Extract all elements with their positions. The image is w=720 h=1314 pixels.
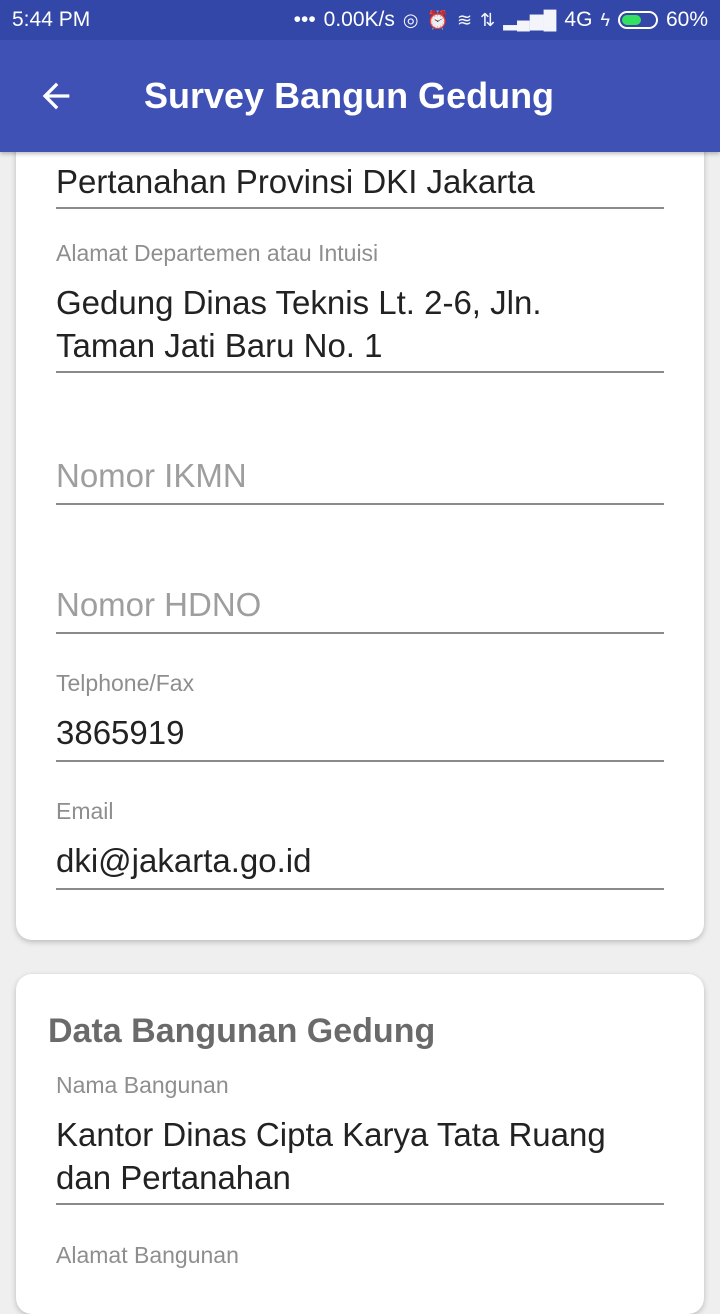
wifi-icon: ≋	[457, 9, 473, 30]
battery-percent: 60%	[665, 8, 708, 31]
charging-icon: ϟ	[600, 9, 610, 30]
field-alamat-bangunan[interactable]: Alamat Bangunan	[56, 1242, 664, 1269]
field-placeholder: Nomor IKMN	[56, 457, 247, 494]
field-label: Telphone/Fax	[56, 670, 195, 696]
card-instansi: Pertanahan Provinsi DKI Jakarta Alamat D…	[16, 100, 704, 940]
field-telephone-fax[interactable]: Telphone/Fax 3865919	[56, 670, 664, 762]
field-underline	[56, 760, 664, 762]
field-label: Nama Bangunan	[56, 1072, 229, 1098]
field-value: Gedung Dinas Teknis Lt. 2-6, Jln. Taman …	[56, 281, 664, 367]
arrow-left-icon	[42, 82, 70, 110]
field-nama-bangunan[interactable]: Nama Bangunan Kantor Dinas Cipta Karya T…	[56, 1072, 664, 1205]
battery-fill	[621, 15, 642, 25]
field-label: Email	[56, 798, 114, 824]
field-value: 3865919	[56, 714, 185, 751]
field-label: Alamat Bangunan	[56, 1242, 239, 1268]
alarm-off-icon: ⏰	[426, 9, 450, 30]
status-icons: ••• 0.00K/s ◎ ⏰ ≋ ⇅ ▂▄▆█ 4G ϟ 60%	[294, 8, 708, 32]
field-underline	[56, 503, 664, 505]
field-underline	[56, 632, 664, 634]
field-value-line: Taman Jati Baru No. 1	[56, 327, 383, 364]
signal-icon: ▂▄▆█	[503, 9, 557, 30]
field-nama-departemen[interactable]: Pertanahan Provinsi DKI Jakarta	[56, 160, 664, 209]
back-button[interactable]	[0, 40, 112, 152]
network-speed: 0.00K/s	[323, 8, 395, 31]
field-underline	[56, 371, 664, 373]
field-label: Alamat Departemen atau Intuisi	[56, 240, 379, 266]
hotspot-icon: ◎	[402, 9, 419, 30]
field-value-line: Kantor Dinas Cipta Karya Tata Ruang	[56, 1116, 606, 1153]
field-value: Pertanahan Provinsi DKI Jakarta	[56, 163, 535, 200]
field-nomor-ikmn[interactable]: Nomor IKMN	[56, 454, 664, 505]
field-underline	[56, 888, 664, 890]
field-placeholder: Nomor HDNO	[56, 586, 262, 623]
field-value-line: dan Pertanahan	[56, 1159, 291, 1196]
app-bar: Survey Bangun Gedung	[0, 40, 720, 152]
field-underline	[56, 1203, 664, 1205]
status-bar: 5:44 PM ••• 0.00K/s ◎ ⏰ ≋ ⇅ ▂▄▆█ 4G ϟ 60…	[0, 0, 720, 40]
field-value-line: Gedung Dinas Teknis Lt. 2-6, Jln.	[56, 284, 542, 321]
field-underline	[56, 207, 664, 209]
field-nomor-hdno[interactable]: Nomor HDNO	[56, 583, 664, 634]
data-transfer-icon: ⇅	[480, 9, 496, 30]
section-title: Data Bangunan Gedung	[48, 1012, 436, 1050]
battery-icon	[617, 11, 658, 29]
network-type: 4G	[564, 8, 593, 31]
field-value: dki@jakarta.go.id	[56, 842, 312, 879]
field-value: Kantor Dinas Cipta Karya Tata Ruang dan …	[56, 1113, 664, 1199]
more-dots-icon: •••	[293, 8, 316, 31]
page-title: Survey Bangun Gedung	[144, 75, 555, 116]
field-email[interactable]: Email dki@jakarta.go.id	[56, 798, 664, 890]
field-alamat-departemen[interactable]: Alamat Departemen atau Intuisi Gedung Di…	[56, 240, 664, 373]
card-data-bangunan: Data Bangunan Gedung Nama Bangunan Kanto…	[16, 974, 704, 1314]
status-time: 5:44 PM	[12, 8, 91, 31]
